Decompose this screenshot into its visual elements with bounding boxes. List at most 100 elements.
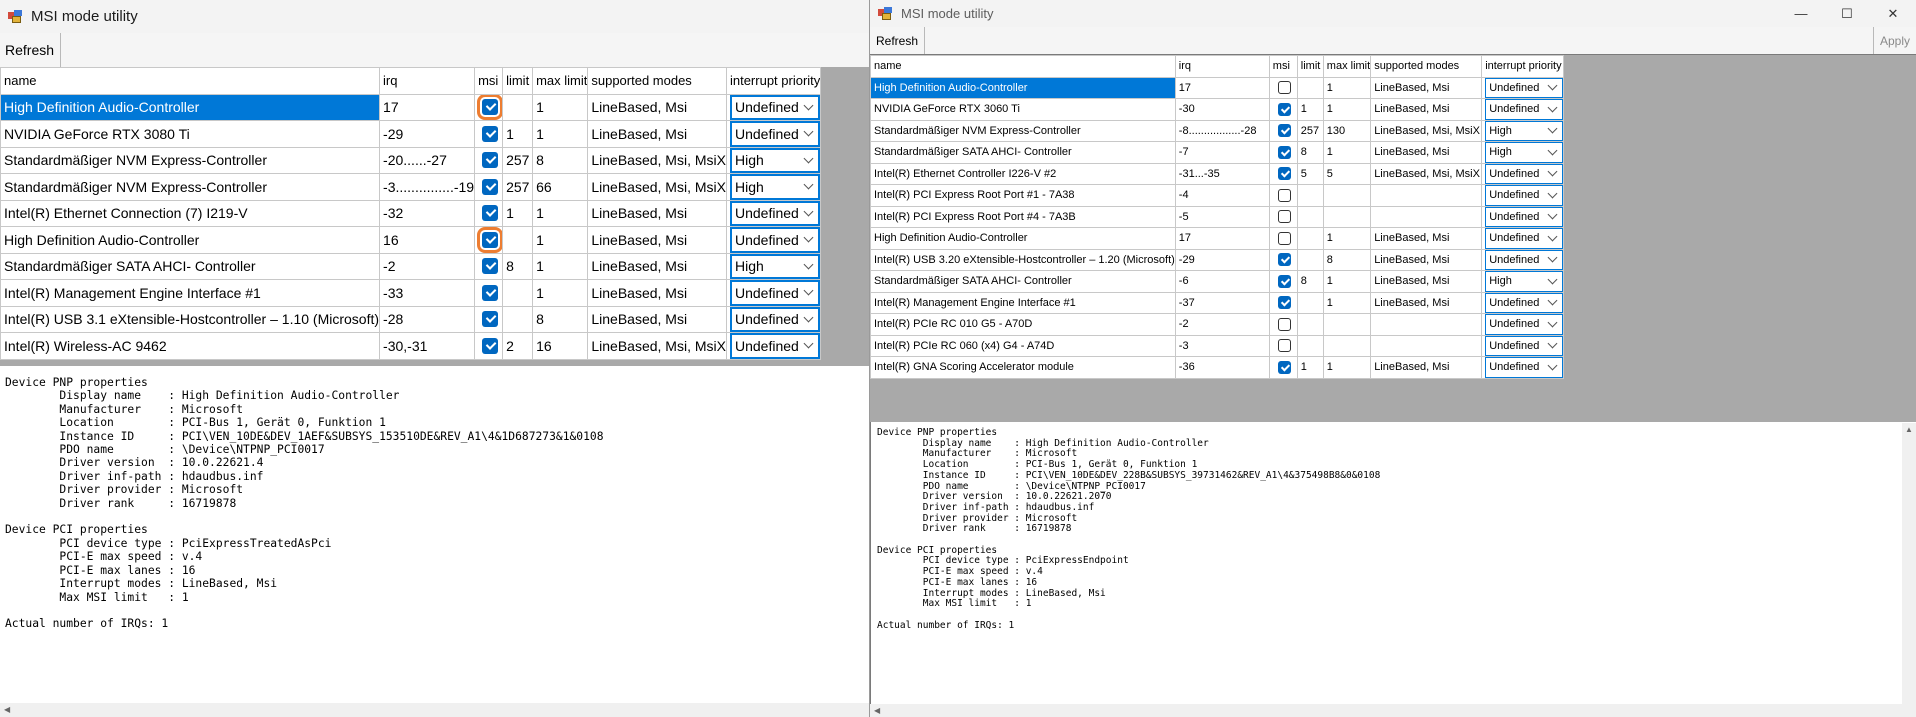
limit-cell[interactable]: 8 [1296,270,1324,293]
table-row[interactable]: High Definition Audio-Controller 17 1 LineB… [870,227,1565,250]
msi-checkbox[interactable] [1278,360,1292,374]
msi-checkbox[interactable] [482,178,499,195]
msi-checkbox[interactable] [1278,210,1292,224]
limit-cell[interactable] [502,226,534,254]
msi-checkbox[interactable] [1278,167,1292,181]
scroll-up-icon[interactable]: ▲ [1905,425,1913,435]
scroll-left-icon[interactable]: ◀ [4,705,10,715]
device-name-cell[interactable]: Intel(R) PCI Express Root Port #1 - 7A38 [870,184,1176,207]
device-name-cell[interactable]: Intel(R) Management Engine Interface #1 [870,291,1176,314]
msi-checkbox[interactable] [1278,317,1292,331]
device-name-cell[interactable]: Intel(R) Management Engine Interface #1 [0,279,381,307]
table-row[interactable]: Standardmäßiger SATA AHCI- Controller -7 8… [870,141,1565,164]
table-row[interactable]: Standardmäßiger SATA AHCI- Controller -2 8… [0,252,822,280]
limit-cell[interactable]: 1 [1296,98,1324,121]
table-row[interactable]: Intel(R) Ethernet Controller I226-V #2 -3… [870,162,1565,185]
table-row[interactable]: Intel(R) PCI Express Root Port #4 - 7A3B… [870,205,1565,228]
priority-dropdown[interactable]: High [1485,120,1563,141]
priority-dropdown[interactable]: Undefined [729,333,820,359]
limit-cell[interactable]: 2 [502,332,534,360]
msi-checkbox[interactable] [482,337,499,354]
device-name-cell[interactable]: Intel(R) USB 3.1 eXtensible-Hostcontroll… [0,305,381,333]
msi-checkbox[interactable] [1278,145,1292,159]
device-name-cell[interactable]: Standardmäßiger SATA AHCI- Controller [870,141,1176,164]
horizontal-scrollbar[interactable]: ◀ [870,704,1916,717]
table-row[interactable]: Intel(R) USB 3.20 eXtensible-Hostcontrol… [870,248,1565,271]
priority-dropdown[interactable]: Undefined [729,227,820,253]
device-name-cell[interactable]: Intel(R) PCIe RC 060 (x4) G4 - A74D [870,334,1176,357]
priority-dropdown[interactable]: High [729,253,820,279]
table-row[interactable]: High Definition Audio-Controller 17 1 LineB… [0,93,822,121]
priority-dropdown[interactable]: Undefined [1485,335,1563,356]
limit-cell[interactable]: 5 [1296,162,1324,185]
msi-checkbox[interactable] [482,152,499,169]
scroll-left-icon[interactable]: ◀ [874,706,880,716]
msi-checkbox[interactable] [1278,188,1292,202]
column-header-msi[interactable]: msi [1268,55,1298,78]
limit-cell[interactable] [1296,76,1324,99]
device-name-cell[interactable]: Standardmäßiger SATA AHCI- Controller [0,252,381,280]
limit-cell[interactable]: 8 [1296,141,1324,164]
column-header-interrupt-priority[interactable]: interrupt priority [725,67,822,95]
refresh-button[interactable]: Refresh [870,27,926,54]
column-header-irq[interactable]: irq [1174,55,1270,78]
msi-checkbox[interactable] [477,227,502,253]
priority-dropdown[interactable]: Undefined [729,94,820,120]
device-name-cell[interactable]: NVIDIA GeForce RTX 3080 Ti [0,120,381,148]
priority-dropdown[interactable]: High [729,147,820,173]
device-name-cell[interactable]: Standardmäßiger NVM Express-Controller [0,146,381,174]
limit-cell[interactable] [1296,248,1324,271]
limit-cell[interactable] [502,305,534,333]
vertical-scrollbar[interactable]: ▲ [1902,423,1916,704]
table-row[interactable]: Intel(R) PCI Express Root Port #1 - 7A38… [870,184,1565,207]
priority-dropdown[interactable]: High [729,174,820,200]
horizontal-scrollbar[interactable]: ◀ [0,703,870,717]
limit-cell[interactable]: 1 [1296,356,1324,379]
msi-checkbox[interactable] [482,125,499,142]
column-header-max-limit[interactable]: max limit [532,67,589,95]
msi-checkbox[interactable] [1278,102,1292,116]
table-row[interactable]: Intel(R) Management Engine Interface #1-… [0,279,822,307]
column-header-supported-modes[interactable]: supported modes [1370,55,1483,78]
table-row[interactable]: NVIDIA GeForce RTX 3060 Ti -30 1 1 LineBased… [870,98,1565,121]
priority-dropdown[interactable]: Undefined [1485,249,1563,270]
column-header-name[interactable]: name [870,55,1176,78]
limit-cell[interactable] [1296,227,1324,250]
table-row[interactable]: Intel(R) PCIe RC 060 (x4) G4 - A74D -3 Und… [870,334,1565,357]
table-row[interactable]: Intel(R) GNA Scoring Accelerator module -… [870,356,1565,379]
msi-checkbox[interactable] [1278,296,1292,310]
maximize-icon[interactable]: ☐ [1824,0,1870,27]
limit-cell[interactable]: 1 [502,120,534,148]
column-header-limit[interactable]: limit [1296,55,1324,78]
apply-button[interactable]: Apply [1872,27,1916,54]
column-header-supported-modes[interactable]: supported modes [587,67,727,95]
limit-cell[interactable] [1296,291,1324,314]
device-name-cell[interactable]: Intel(R) PCIe RC 010 G5 - A70D [870,313,1176,336]
table-row[interactable]: Intel(R) Ethernet Connection (7) I219-V -… [0,199,822,227]
refresh-button[interactable]: Refresh [0,33,62,67]
table-row[interactable]: Standardmäßiger NVM Express-Controller -2… [0,146,822,174]
column-header-irq[interactable]: irq [379,67,476,95]
limit-cell[interactable]: 1 [502,199,534,227]
column-header-limit[interactable]: limit [502,67,534,95]
priority-dropdown[interactable]: Undefined [1485,99,1563,120]
priority-dropdown[interactable]: Undefined [729,280,820,306]
priority-dropdown[interactable]: Undefined [1485,314,1563,335]
priority-dropdown[interactable]: High [1485,142,1563,163]
minimize-icon[interactable]: — [1778,0,1824,27]
limit-cell[interactable] [502,279,534,307]
limit-cell[interactable]: 8 [502,252,534,280]
limit-cell[interactable]: 257 [1296,119,1324,142]
table-row[interactable]: Standardmäßiger NVM Express-Controller -3… [0,173,822,201]
table-row[interactable]: Intel(R) USB 3.1 eXtensible-Hostcontroll… [0,305,822,333]
msi-checkbox[interactable] [1278,124,1292,138]
table-row[interactable]: High Definition Audio-Controller 16 1 LineB… [0,226,822,254]
priority-dropdown[interactable]: Undefined [729,306,820,332]
priority-dropdown[interactable]: Undefined [729,200,820,226]
priority-dropdown[interactable]: Undefined [1485,357,1563,378]
device-name-cell[interactable]: Standardmäßiger NVM Express-Controller [0,173,381,201]
table-row[interactable]: NVIDIA GeForce RTX 3080 Ti -29 1 1 LineBased… [0,120,822,148]
priority-dropdown[interactable]: Undefined [1485,163,1563,184]
device-name-cell[interactable]: Intel(R) GNA Scoring Accelerator module [870,356,1176,379]
device-name-cell[interactable]: Standardmäßiger SATA AHCI- Controller [870,270,1176,293]
